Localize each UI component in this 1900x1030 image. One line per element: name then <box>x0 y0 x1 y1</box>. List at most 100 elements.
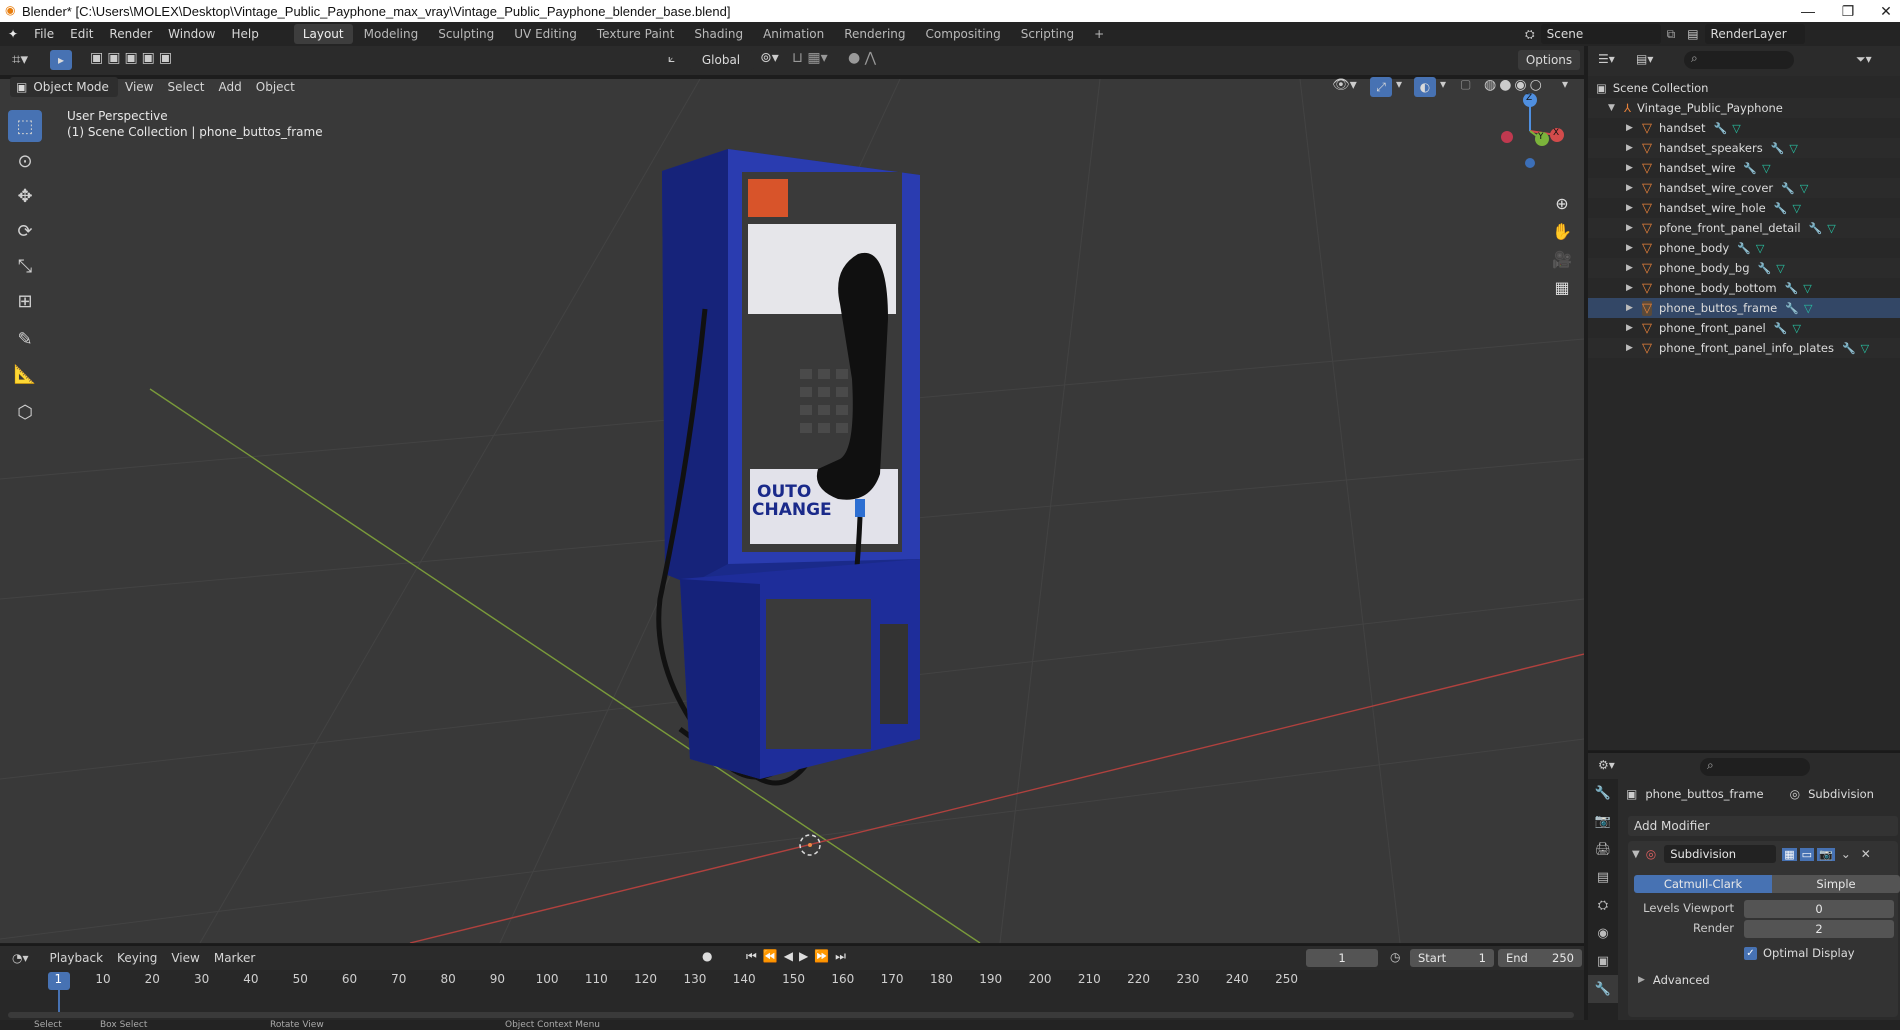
modifier-wrench-icon[interactable]: 🔧 <box>1737 242 1751 255</box>
outliner-item[interactable]: ▶ ▽ phone_front_panel_info_plates 🔧 ▽ <box>1588 338 1900 358</box>
outliner-item[interactable]: ▶ ▽ phone_front_panel 🔧 ▽ <box>1588 318 1900 338</box>
mesh-data-icon[interactable]: ▽ <box>1732 122 1740 135</box>
modifier-wrench-icon[interactable]: 🔧 <box>1842 342 1856 355</box>
menu-edit[interactable]: Edit <box>62 22 101 46</box>
modifier-wrench-icon[interactable]: 🔧 <box>1714 122 1728 135</box>
options-dropdown[interactable]: Options <box>1518 50 1580 70</box>
modifier-name-input[interactable]: Subdivision <box>1664 845 1777 863</box>
modifier-tab-icon[interactable]: 🔧 <box>1588 975 1618 1003</box>
mesh-data-icon[interactable]: ▽ <box>1762 162 1770 175</box>
navigation-gizmo[interactable]: Z X Y <box>1490 91 1570 171</box>
camera-icon[interactable]: 🎥 <box>1548 245 1576 273</box>
outliner-item[interactable]: ▶ ▽ pfone_front_panel_detail 🔧 ▽ <box>1588 218 1900 238</box>
modifier-wrench-icon[interactable]: 🔧 <box>1785 282 1799 295</box>
tab-sculpting[interactable]: Sculpting <box>429 24 503 44</box>
menu-window[interactable]: Window <box>160 22 223 46</box>
annotate-tool-icon[interactable]: ✎ <box>8 323 42 355</box>
render-tab-icon[interactable]: 📷 <box>1588 807 1618 835</box>
mesh-data-icon[interactable]: ▽ <box>1776 262 1784 275</box>
outliner-item[interactable]: ▶ ▽ phone_body 🔧 ▽ <box>1588 238 1900 258</box>
tab-animation[interactable]: Animation <box>754 24 833 44</box>
viewport-menu-select[interactable]: Select <box>160 76 211 98</box>
timeline-menu-marker[interactable]: Marker <box>207 947 262 969</box>
tab-uv-editing[interactable]: UV Editing <box>505 24 586 44</box>
tab-compositing[interactable]: Compositing <box>917 24 1010 44</box>
render-layer-selector[interactable]: RenderLayer <box>1704 24 1805 44</box>
tool-tab-icon[interactable]: 🔧 <box>1588 779 1618 807</box>
levels-viewport-field[interactable]: 0 <box>1744 900 1894 918</box>
outliner-item[interactable]: ▶ ▽ handset_wire_hole 🔧 ▽ <box>1588 198 1900 218</box>
outliner-editor-icon[interactable]: ☰▾ <box>1598 52 1615 66</box>
outliner-search-input[interactable]: ⌕ <box>1684 51 1794 69</box>
expand-arrow-icon[interactable]: ▶ <box>1626 143 1636 153</box>
current-frame-field[interactable]: 1 <box>1306 949 1378 967</box>
outliner-item[interactable]: ▶ ▽ handset_wire 🔧 ▽ <box>1588 158 1900 178</box>
outliner-item[interactable]: ▶ ▽ handset 🔧 ▽ <box>1588 118 1900 138</box>
gizmo-toggle-icon[interactable]: ⤢ <box>1370 77 1392 97</box>
mode-dropdown[interactable]: ▣ Object Mode <box>10 77 118 97</box>
expand-arrow-icon[interactable]: ▶ <box>1626 223 1636 233</box>
expand-arrow-icon[interactable]: ▶ <box>1626 303 1636 313</box>
outliner-item[interactable]: ▶ ▽ handset_speakers 🔧 ▽ <box>1588 138 1900 158</box>
pivot-icon[interactable]: ⊚▾ <box>760 50 779 66</box>
select-mode-icons[interactable]: ▣▣▣▣▣ <box>90 50 176 66</box>
outliner-item[interactable]: ▶ ▽ phone_body_bottom 🔧 ▽ <box>1588 278 1900 298</box>
menu-file[interactable]: File <box>26 22 62 46</box>
timeline-menu-view[interactable]: View <box>164 947 206 969</box>
add-cube-tool-icon[interactable]: ⬡ <box>8 396 42 428</box>
3d-viewport[interactable]: OUTO CHANGE User Perspective (1) Scene C… <box>0 79 1584 943</box>
snap-icon[interactable]: ⊔ ▦▾ <box>792 50 828 66</box>
start-frame-field[interactable]: Start 1 <box>1410 949 1494 967</box>
minimize-button[interactable]: — <box>1788 0 1828 22</box>
rotate-tool-icon[interactable]: ⟳ <box>8 215 42 247</box>
expand-arrow-icon[interactable]: ▶ <box>1626 283 1636 293</box>
menu-help[interactable]: Help <box>223 22 266 46</box>
viewport-toggle-icon[interactable]: ▭ <box>1799 847 1814 861</box>
mesh-data-icon[interactable]: ▽ <box>1827 222 1835 235</box>
tab-rendering[interactable]: Rendering <box>835 24 914 44</box>
modifier-wrench-icon[interactable]: 🔧 <box>1758 262 1772 275</box>
modifier-wrench-icon[interactable]: 🔧 <box>1785 302 1799 315</box>
restore-button[interactable]: ❐ <box>1828 0 1868 22</box>
expand-arrow-icon[interactable]: ▶ <box>1626 243 1636 253</box>
expand-arrow-icon[interactable]: ▶ <box>1626 263 1636 273</box>
world-tab-icon[interactable]: ◉ <box>1588 919 1618 947</box>
overlay-toggle-icon[interactable]: ◐ <box>1414 77 1436 97</box>
end-frame-field[interactable]: End 250 <box>1498 949 1582 967</box>
mesh-data-icon[interactable]: ▽ <box>1804 302 1812 315</box>
xray-icon[interactable]: ▢ <box>1460 77 1471 91</box>
perspective-toggle-icon[interactable]: ▦ <box>1548 273 1576 301</box>
blender-menu-icon[interactable]: ✦ <box>0 22 26 46</box>
edit-mode-toggle-icon[interactable]: ▦ <box>1782 847 1797 861</box>
properties-editor-icon[interactable]: ⚙▾ <box>1598 758 1615 772</box>
add-workspace-button[interactable]: + <box>1085 24 1113 44</box>
shading-mode-icons[interactable]: ◍●◉○ <box>1484 77 1545 93</box>
outliner-item[interactable]: ▶ ▽ handset_wire_cover 🔧 ▽ <box>1588 178 1900 198</box>
expand-arrow-icon[interactable]: ▶ <box>1626 343 1636 353</box>
output-tab-icon[interactable]: 🖨 <box>1588 835 1618 863</box>
modifier-menu-icon[interactable]: ⌄ <box>1841 847 1851 861</box>
tab-texture-paint[interactable]: Texture Paint <box>588 24 683 44</box>
modifier-wrench-icon[interactable]: 🔧 <box>1743 162 1757 175</box>
timeline-editor-icon[interactable]: ◔▾ <box>12 951 29 965</box>
collapse-arrow-icon[interactable]: ▼ <box>1632 849 1640 860</box>
select-tool-icon[interactable]: ▸ <box>50 50 72 70</box>
expand-arrow-icon[interactable]: ▼ <box>1608 103 1618 113</box>
timeline-menu-keying[interactable]: Keying <box>110 947 164 969</box>
overlay-dropdown-icon[interactable]: ▾ <box>1440 77 1446 91</box>
scene-tab-icon[interactable]: ⛭ <box>1588 891 1618 919</box>
transform-orientation-dropdown[interactable]: Global <box>688 50 754 70</box>
record-icon[interactable]: ● <box>702 949 712 963</box>
filter-icon[interactable]: ⏷▾ <box>1856 52 1872 67</box>
playback-controls[interactable]: ⏮⏪◀▶⏩⏭ <box>746 949 852 964</box>
display-mode-icon[interactable]: ▤▾ <box>1636 52 1653 66</box>
modifier-wrench-icon[interactable]: 🔧 <box>1774 322 1788 335</box>
tab-shading[interactable]: Shading <box>685 24 752 44</box>
modifier-wrench-icon[interactable]: 🔧 <box>1774 202 1788 215</box>
expand-arrow-icon[interactable]: ▶ <box>1626 203 1636 213</box>
menu-render[interactable]: Render <box>101 22 160 46</box>
expand-arrow-icon[interactable]: ▶ <box>1626 163 1636 173</box>
transform-tool-icon[interactable]: ⊞ <box>8 285 42 317</box>
close-button[interactable]: ✕ <box>1866 0 1900 22</box>
move-tool-icon[interactable]: ✥ <box>8 180 42 212</box>
